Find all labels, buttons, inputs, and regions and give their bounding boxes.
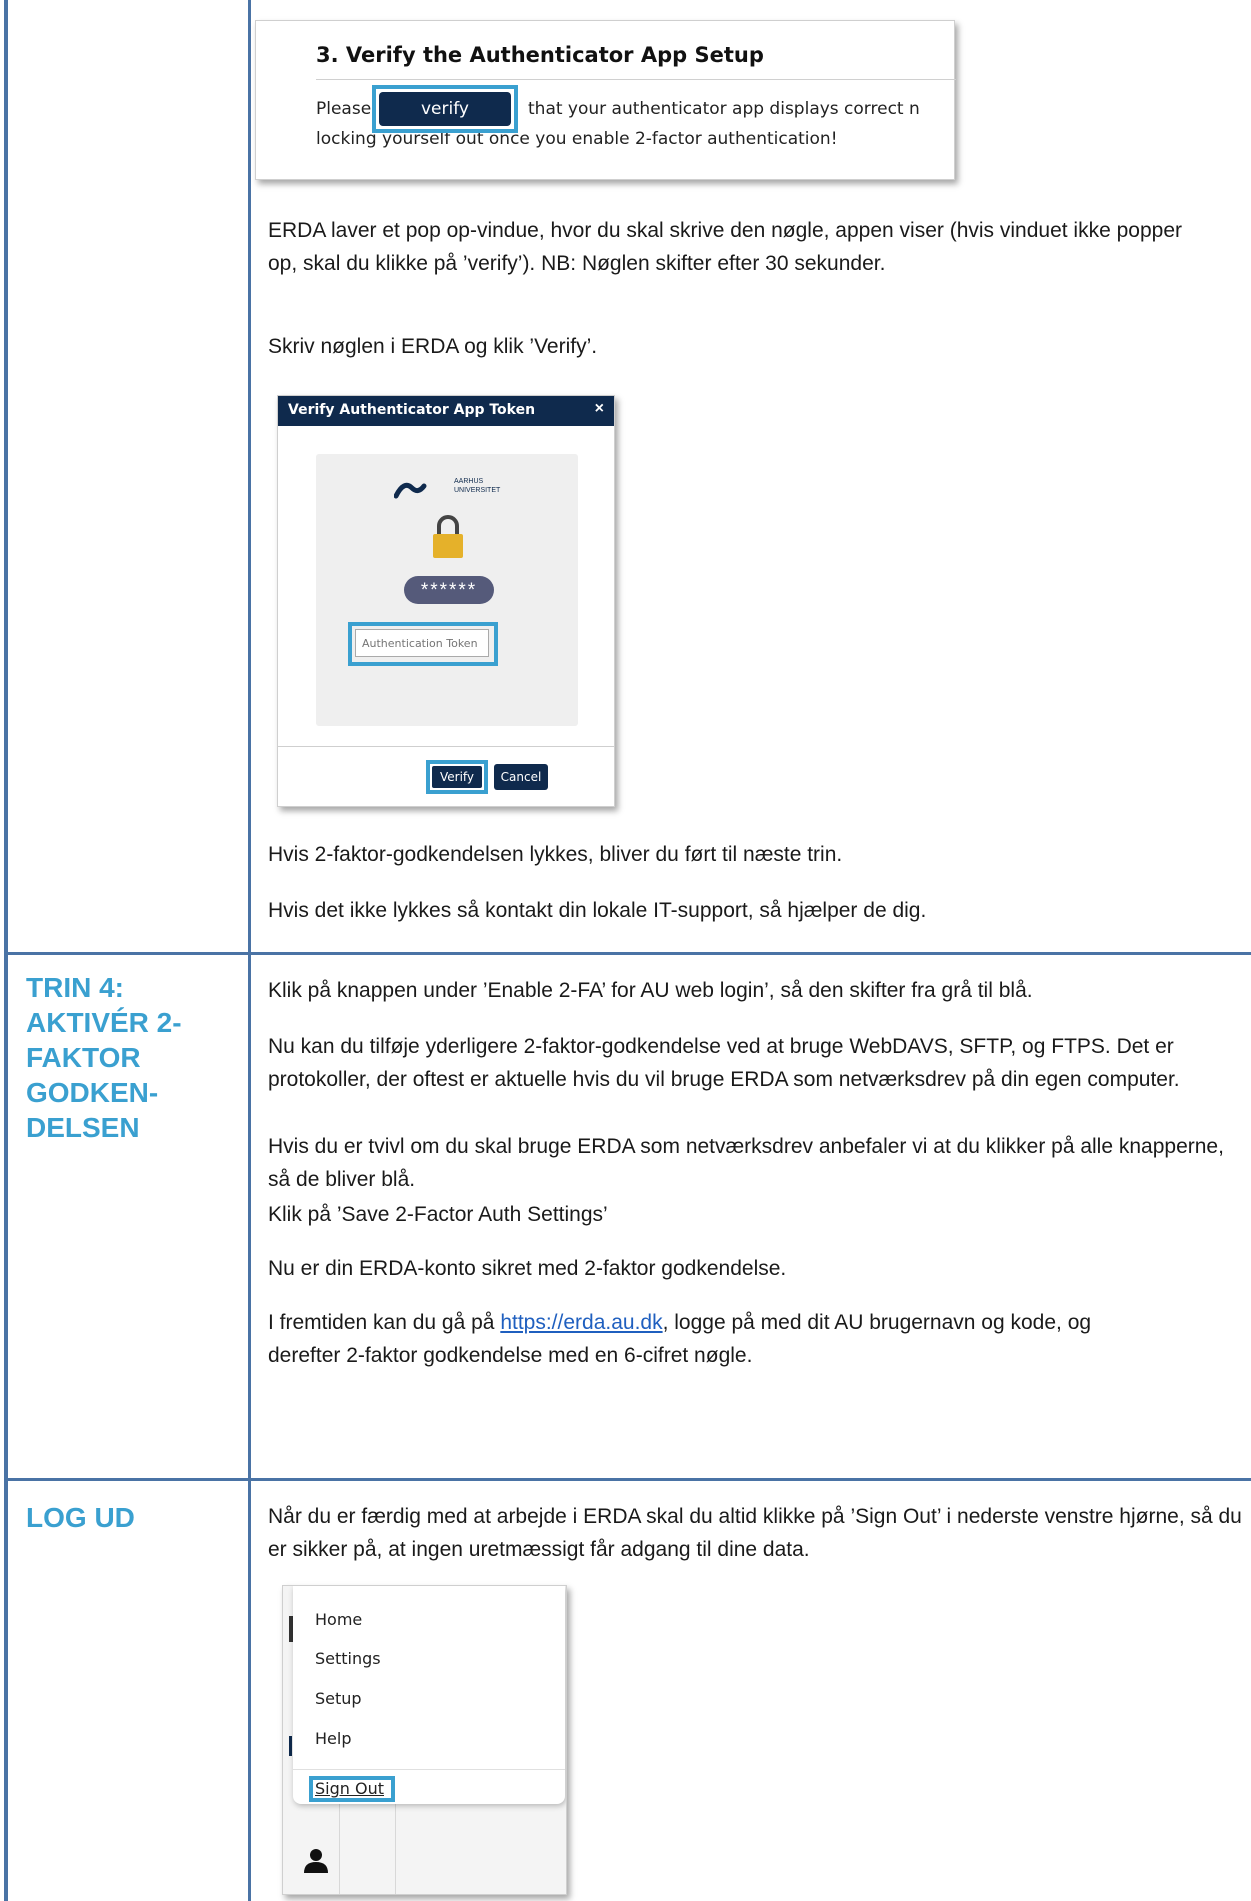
step4-paragraph-2: Nu kan du tilføje yderligere 2-faktor-go… — [268, 1035, 1180, 1091]
step3-paragraph-2: Skriv nøglen i ERDA og klik ’Verify’. — [268, 335, 598, 358]
step4-p6-pre: I fremtiden kan du gå på — [268, 1311, 501, 1334]
step4-paragraph-3: Hvis du er tvivl om du skal bruge ERDA s… — [268, 1135, 1224, 1191]
menu-item-setup[interactable]: Setup — [315, 1689, 362, 1708]
table-column-divider — [248, 0, 251, 1901]
step3-paragraph-4: Hvis det ikke lykkes så kontakt din loka… — [268, 899, 927, 922]
menu-item-settings[interactable]: Settings — [315, 1649, 381, 1668]
menu-page-edge-bottom — [289, 1736, 292, 1756]
table-row-divider-2 — [4, 1478, 1251, 1481]
step4-heading-line-1: TRIN 4: — [26, 972, 124, 1003]
modal-close-icon[interactable]: × — [595, 400, 604, 418]
menu-separator — [293, 1769, 565, 1770]
verify-token-modal-screenshot: Verify Authenticator App Token × AARHUS … — [277, 395, 615, 807]
padlock-icon — [433, 515, 463, 558]
logout-heading: LOG UD — [26, 1502, 135, 1533]
modal-verify-button[interactable]: Verify — [432, 766, 482, 788]
menu-lower-divider — [395, 1804, 396, 1894]
step4-paragraph-4: Klik på ’Save 2-Factor Auth Settings’ — [268, 1203, 608, 1226]
modal-cancel-button[interactable]: Cancel — [494, 764, 548, 790]
table-border-left — [4, 0, 8, 1901]
step4-heading-line-5: DELSEN — [26, 1112, 140, 1143]
erda-link[interactable]: https://erda.au.dk — [500, 1311, 662, 1334]
au-logo-icon — [394, 482, 427, 499]
step3-paragraph-1: ERDA laver et pop op-vindue, hvor du ska… — [268, 219, 1182, 275]
logout-paragraph: Når du er færdig med at arbejde i ERDA s… — [268, 1505, 1242, 1561]
step4-heading-line-2: AKTIVÉR 2- — [26, 1007, 182, 1038]
au-logo-text-1: AARHUS — [454, 478, 484, 485]
step4-paragraph-6: I fremtiden kan du gå på https://erda.au… — [268, 1306, 1168, 1372]
modal-header: Verify Authenticator App Token × — [278, 396, 614, 426]
au-logo-text-2: UNIVERSITET — [454, 487, 501, 494]
step4-heading: TRIN 4: AKTIVÉR 2- FAKTOR GODKEN- DELSEN — [26, 970, 236, 1145]
verify-setup-title: 3. Verify the Authenticator App Setup — [316, 43, 764, 67]
modal-title: Verify Authenticator App Token — [288, 402, 536, 418]
step4-paragraph-1: Klik på knappen under ’Enable 2-FA’ for … — [268, 979, 1033, 1002]
verify-setup-screenshot: 3. Verify the Authenticator App Setup Pl… — [255, 20, 956, 180]
menu-item-home[interactable]: Home — [315, 1610, 362, 1629]
menu-item-help[interactable]: Help — [315, 1729, 351, 1748]
step4-heading-line-3: FAKTOR — [26, 1042, 141, 1073]
verify-setup-title-rule — [316, 79, 956, 80]
password-stars: ****** — [404, 576, 494, 604]
step4-paragraph-5: Nu er din ERDA-konto sikret med 2-faktor… — [268, 1257, 787, 1280]
verify-setup-line1-post: that your authenticator app displays cor… — [528, 99, 920, 119]
step4-heading-line-4: GODKEN- — [26, 1077, 159, 1108]
verify-button[interactable]: verify — [379, 92, 511, 126]
signout-menu-screenshot: Home Settings Setup Help Sign Out — [282, 1585, 567, 1895]
table-row-divider-1 — [4, 952, 1251, 955]
modal-card: AARHUS UNIVERSITET ****** — [316, 454, 578, 726]
dropdown-menu: Home Settings Setup Help Sign Out — [293, 1586, 565, 1804]
menu-lower-divider-2 — [339, 1804, 340, 1894]
step3-paragraph-3: Hvis 2-faktor-godkendelsen lykkes, blive… — [268, 843, 843, 866]
modal-footer-rule — [278, 746, 614, 747]
authentication-token-input[interactable] — [355, 629, 489, 657]
user-icon — [304, 1849, 328, 1873]
verify-setup-line1-pre: Please — [316, 99, 372, 119]
sign-out-button[interactable]: Sign Out — [315, 1779, 384, 1798]
